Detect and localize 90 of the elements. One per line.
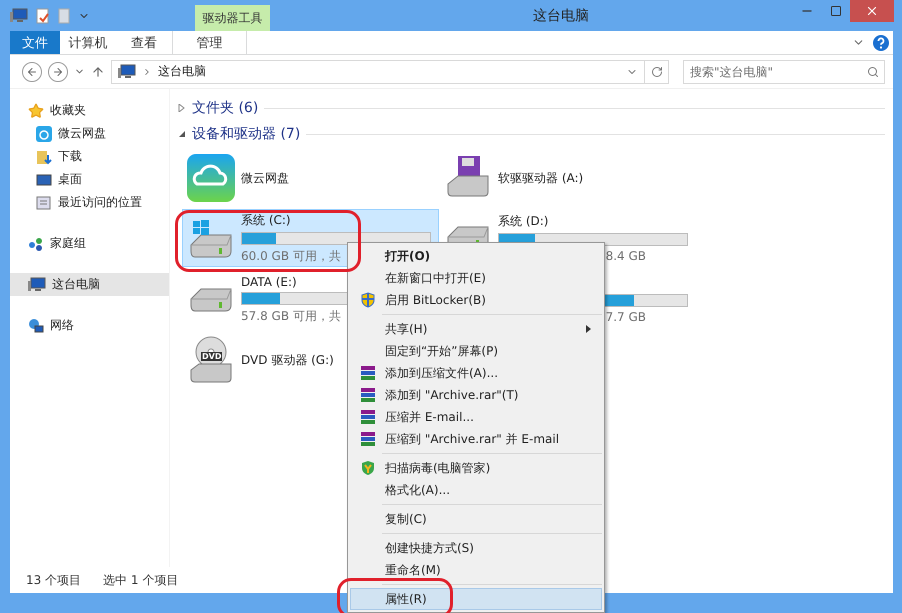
computer-icon — [118, 64, 136, 80]
ribbon-tab[interactable]: 文件 — [10, 31, 60, 54]
cloud-app-icon — [187, 154, 235, 202]
menu-item[interactable]: 属性(R) — [350, 588, 602, 610]
group-title: 文件夹 (6) — [192, 99, 258, 117]
expanded-arrow-icon — [178, 130, 186, 138]
context-tab-header: 驱动器工具 — [195, 5, 270, 31]
search-icon — [867, 66, 879, 78]
cloud-icon — [36, 126, 52, 142]
group-title: 设备和驱动器 (7) — [192, 125, 300, 143]
star-icon — [28, 102, 44, 118]
up-button[interactable] — [91, 64, 105, 78]
group-header[interactable]: 文件夹 (6) — [178, 95, 885, 121]
menu-item[interactable]: 添加到压缩文件(A)... — [350, 362, 602, 384]
sidebar-label: 最近访问的位置 — [58, 194, 142, 211]
network-icon — [28, 318, 44, 334]
computer-icon — [10, 8, 28, 24]
back-button[interactable] — [22, 62, 42, 82]
maximize-icon — [830, 5, 842, 17]
guard-shield-icon — [361, 460, 375, 476]
menu-item[interactable]: 在新窗口中打开(E) — [350, 267, 602, 289]
drive-name: DVD 驱动器 (G:) — [241, 352, 334, 368]
search-field[interactable]: 搜索"这台电脑" — [683, 60, 885, 84]
window-title: 这台电脑 — [532, 6, 590, 26]
sidebar-item[interactable]: 收藏夹 — [10, 99, 169, 122]
submenu-arrow-icon — [586, 325, 591, 333]
sidebar-item[interactable]: 这台电脑 — [10, 273, 169, 296]
dvd-label: DVD — [201, 352, 222, 361]
hard-drive-icon — [189, 288, 233, 312]
menu-item[interactable]: 压缩并 E-mail... — [350, 406, 602, 428]
sidebar-label: 下载 — [58, 148, 82, 165]
drive-tile[interactable]: 软驱驱动器 (A:) — [439, 151, 696, 205]
drive-tile[interactable]: 微云网盘 — [182, 151, 439, 205]
drive-free-space: 57.8 GB 可用，共 — [241, 308, 341, 325]
menu-item[interactable]: 创建快捷方式(S) — [350, 537, 602, 559]
sidebar-label: 家庭组 — [50, 235, 86, 252]
drive-free-space: 8.4 GB — [606, 249, 646, 263]
group-header[interactable]: 设备和驱动器 (7) — [178, 121, 885, 147]
books-stack-icon — [361, 431, 375, 447]
menu-item[interactable]: 共享(H) — [350, 318, 602, 340]
selection-count: 选中 1 个项目 — [103, 572, 178, 588]
folder-download-icon — [36, 148, 52, 164]
menu-item[interactable]: 复制(C) — [350, 508, 602, 530]
homegroup-icon — [28, 236, 44, 252]
drive-name: DATA (E:) — [241, 275, 297, 289]
item-count: 13 个项目 — [26, 572, 82, 588]
drive-name: 软驱驱动器 (A:) — [498, 170, 584, 186]
system-drive-icon — [189, 218, 233, 258]
drive-name: 系统 (D:) — [498, 213, 548, 230]
sidebar-label: 微云网盘 — [58, 125, 106, 142]
books-stack-icon — [361, 387, 375, 403]
menu-item[interactable]: 格式化(A)... — [350, 479, 602, 501]
close-button[interactable] — [850, 0, 894, 22]
collapsed-arrow-icon — [178, 104, 186, 112]
sidebar-item[interactable]: 下载 — [10, 145, 169, 168]
address-path: 这台电脑 — [158, 63, 207, 80]
menu-item[interactable]: 固定到“开始”屏幕(P) — [350, 340, 602, 362]
properties-icon[interactable] — [36, 8, 50, 24]
refresh-icon — [650, 66, 662, 78]
address-field[interactable]: 这台电脑 — [111, 60, 645, 84]
sidebar-item[interactable]: 最近访问的位置 — [10, 191, 169, 214]
ribbon-tab[interactable]: 管理 — [172, 31, 247, 54]
desktop-icon — [36, 172, 52, 188]
refresh-button[interactable] — [645, 60, 669, 84]
drive-name: 微云网盘 — [241, 170, 289, 186]
sidebar-label: 桌面 — [58, 171, 82, 188]
books-stack-icon — [361, 365, 375, 381]
shield-icon — [361, 292, 375, 308]
sidebar-label: 这台电脑 — [52, 276, 100, 293]
back-arrow-icon — [26, 66, 38, 78]
drive-free-space: 60.0 GB 可用，共 — [241, 248, 341, 264]
close-icon — [865, 4, 879, 18]
menu-item[interactable]: 添加到 "Archive.rar"(T) — [350, 384, 602, 406]
sidebar-label: 网络 — [50, 317, 74, 334]
forward-button[interactable] — [48, 62, 68, 82]
books-stack-icon — [361, 409, 375, 425]
menu-item[interactable]: 扫描病毒(电脑管家) — [350, 457, 602, 479]
menu-item[interactable]: 压缩到 "Archive.rar" 并 E-mail — [350, 428, 602, 450]
sidebar-item[interactable]: 桌面 — [10, 168, 169, 191]
sidebar-item[interactable]: 微云网盘 — [10, 122, 169, 145]
forward-arrow-icon — [52, 66, 64, 78]
sidebar-item[interactable]: 家庭组 — [10, 232, 169, 255]
recent-places-icon — [36, 194, 52, 210]
menu-item[interactable]: 启用 BitLocker(B) — [350, 289, 602, 311]
menu-item[interactable]: 重命名(M) — [350, 559, 602, 581]
drive-free-space: 7.7 GB — [606, 310, 646, 324]
sidebar-label: 收藏夹 — [50, 102, 86, 119]
drive-name: 系统 (C:) — [241, 212, 291, 228]
sidebar-item[interactable]: 网络 — [10, 314, 169, 337]
computer-icon — [28, 276, 46, 292]
